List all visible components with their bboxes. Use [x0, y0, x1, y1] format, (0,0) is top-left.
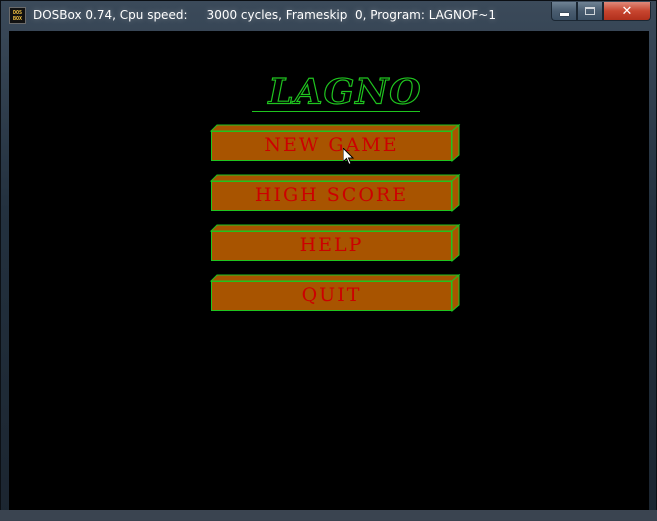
- high-score-button[interactable]: HIGH SCORE: [209, 173, 461, 213]
- dosbox-window: DOS BOX DOSBox 0.74, Cpu speed: 3000 cyc…: [0, 0, 657, 521]
- maximize-icon: [585, 7, 595, 15]
- maximize-button[interactable]: [577, 2, 603, 21]
- close-icon: ✕: [621, 3, 633, 19]
- window-title: DOSBox 0.74, Cpu speed: 3000 cycles, Fra…: [33, 8, 496, 22]
- help-label: HELP: [299, 234, 364, 256]
- new-game-button[interactable]: NEW GAME: [209, 123, 461, 163]
- quit-button[interactable]: QUIT: [209, 273, 461, 313]
- title-underline: [252, 111, 420, 112]
- game-screen[interactable]: LAGNO NEW GAME HIGH SCORE HELP QUIT: [9, 31, 649, 511]
- new-game-label: NEW GAME: [264, 134, 399, 156]
- dosbox-icon[interactable]: DOS BOX: [9, 7, 26, 24]
- close-button[interactable]: ✕: [603, 2, 651, 21]
- title-bar[interactable]: DOS BOX DOSBox 0.74, Cpu speed: 3000 cyc…: [1, 1, 656, 31]
- high-score-label: HIGH SCORE: [254, 184, 409, 206]
- help-button[interactable]: HELP: [209, 223, 461, 263]
- quit-label: QUIT: [301, 284, 362, 306]
- desktop-strip: [0, 510, 657, 521]
- window-controls: ✕: [551, 2, 651, 21]
- minimize-button[interactable]: [551, 2, 577, 21]
- minimize-icon: [559, 13, 569, 16]
- game-title: LAGNO: [268, 71, 422, 112]
- mouse-pointer-icon: [343, 148, 355, 166]
- dosbox-icon-text-bottom: BOX: [12, 15, 23, 22]
